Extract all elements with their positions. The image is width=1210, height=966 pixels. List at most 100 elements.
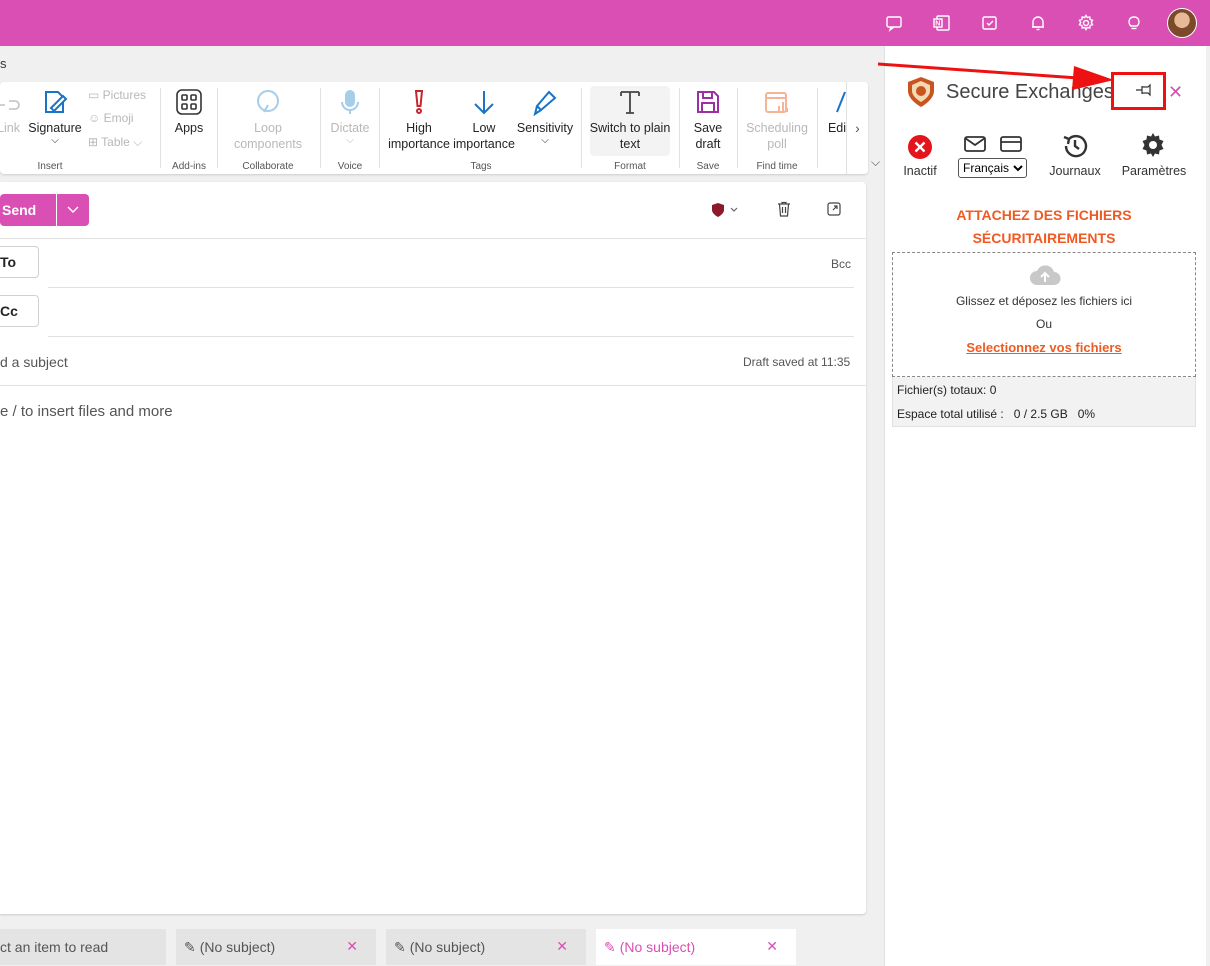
pictures-label: Pictures [102, 88, 147, 102]
group-divider [737, 88, 738, 168]
subject-input[interactable]: d a subject [0, 354, 68, 370]
chat-icon[interactable] [882, 11, 906, 35]
send-button[interactable]: Send [0, 194, 56, 226]
group-divider [320, 88, 321, 168]
dictate-label: Dictate [330, 121, 370, 135]
onenote-icon[interactable]: N [930, 11, 954, 35]
group-divider [160, 88, 161, 168]
secure-exchanges-pane [884, 46, 1206, 966]
ribbon-scroll-right[interactable]: › [846, 82, 868, 174]
high-importance-line2: importance [388, 137, 450, 151]
close-pane-icon[interactable]: ✕ [1168, 82, 1183, 103]
tab-label: (No subject) [199, 939, 276, 955]
low-importance-line2: importance [453, 137, 515, 151]
app-header: N [0, 0, 1210, 46]
send-options-button[interactable] [57, 194, 89, 226]
apps-label: Apps [174, 121, 204, 135]
pictures-button[interactable]: ▭ Pictures [88, 88, 146, 102]
plain-text-line2: text [619, 137, 641, 151]
draft-tab[interactable]: ✎ (No subject) ✕ [176, 929, 376, 965]
ribbon-tab-fragment[interactable]: s [0, 56, 7, 71]
dictate-button[interactable]: Dictate ⌵ [324, 88, 376, 146]
chevron-down-icon: ⌵ [51, 135, 59, 146]
apps-button[interactable]: Apps [166, 88, 212, 136]
language-select[interactable]: Français [958, 158, 1027, 178]
or-text: Ou [1035, 317, 1052, 331]
sensitivity-label: Sensitivity [516, 121, 574, 135]
group-label-insert: Insert [37, 161, 63, 172]
journals-history-icon[interactable] [1061, 132, 1089, 165]
attach-heading: ATTACHEZ DES FICHIERS SÉCURITAIREMENTS [892, 204, 1196, 250]
group-label-save: Save [696, 161, 720, 172]
user-avatar[interactable] [1167, 8, 1197, 38]
table-button[interactable]: ⊞ Table ⌵ [88, 135, 142, 150]
loop-label-line1: Loop [254, 121, 282, 135]
bell-icon[interactable] [1026, 11, 1050, 35]
pencil-icon: ✎ [184, 938, 196, 955]
save-draft-line1: Save [693, 121, 723, 135]
ribbon-expand-chevron-icon[interactable]: ⌵ [871, 155, 880, 170]
loop-label-line2: components [233, 137, 303, 151]
save-draft-button[interactable]: Save draft [684, 88, 732, 152]
pencil-icon: ✎ [604, 938, 616, 955]
group-divider [217, 88, 218, 168]
emoji-button[interactable]: ☺ Emoji [88, 111, 134, 125]
scheduling-poll-button[interactable]: Scheduling poll [742, 88, 812, 152]
link-label: Link [0, 121, 20, 135]
group-label-addins: Add-ins [172, 161, 206, 172]
sensitivity-shield-icon[interactable] [711, 202, 741, 223]
table-label: Table [101, 135, 130, 149]
file-dropzone[interactable]: Glissez et déposez les fichiers ici Ou S… [892, 252, 1196, 377]
draft-tab-active[interactable]: ✎ (No subject) ✕ [596, 929, 796, 965]
high-importance-button[interactable]: High importance [386, 88, 452, 152]
close-icon[interactable]: ✕ [556, 938, 568, 955]
divider [0, 385, 866, 386]
emoji-label: Emoji [103, 111, 134, 125]
group-label-collaborate: Collaborate [242, 161, 294, 172]
close-icon[interactable]: ✕ [346, 938, 358, 955]
cc-label: Cc [0, 303, 18, 319]
inactive-status-icon[interactable] [907, 134, 933, 165]
chevron-down-icon: ⌵ [346, 135, 354, 146]
divider [48, 287, 854, 288]
link-button[interactable]: Link [0, 94, 24, 136]
mail-icon[interactable] [964, 136, 986, 157]
scheduling-poll-line2: poll [767, 137, 787, 151]
tab-label: ct an item to read [0, 939, 109, 955]
select-files-link[interactable]: Selectionnez vos fichiers [893, 340, 1195, 355]
to-button[interactable]: To [0, 246, 39, 278]
signature-button[interactable]: Signature ⌵ [26, 88, 84, 146]
switch-plain-text-button[interactable]: Switch to plain text [586, 88, 674, 152]
bcc-button[interactable]: Bcc [831, 257, 851, 271]
high-importance-line1: High [406, 121, 432, 135]
group-label-tags: Tags [470, 161, 492, 172]
close-icon[interactable]: ✕ [766, 938, 778, 955]
settings-gear-icon[interactable] [1140, 132, 1166, 163]
popout-icon[interactable] [826, 201, 842, 222]
drop-instructions: Glissez et déposez les fichiers ici [955, 294, 1133, 308]
pin-icon[interactable] [1134, 82, 1156, 103]
lightbulb-icon[interactable] [1122, 11, 1146, 35]
total-files: Fichier(s) totaux: 0 [897, 383, 997, 397]
reading-pane-tab[interactable]: ct an item to read [0, 929, 166, 965]
attach-heading-line1: ATTACHEZ DES FICHIERS [956, 207, 1132, 223]
sensitivity-button[interactable]: Sensitivity ⌵ [514, 88, 576, 146]
settings-gear-icon[interactable] [1074, 11, 1098, 35]
group-divider [379, 88, 380, 168]
draft-tab[interactable]: ✎ (No subject) ✕ [386, 929, 586, 965]
group-divider [581, 88, 582, 168]
pencil-icon: ✎ [394, 938, 406, 955]
card-icon[interactable] [1000, 136, 1022, 157]
total-space: Espace total utilisé : 0 / 2.5 GB 0% [897, 407, 1096, 421]
group-label-voice: Voice [337, 161, 363, 172]
compose-pane: Send To Bcc Cc d a subject Draft saved a… [0, 182, 866, 914]
plain-text-line1: Switch to plain [589, 121, 671, 135]
todo-icon[interactable] [978, 11, 1002, 35]
body-editor[interactable]: e / to insert files and more [0, 403, 173, 420]
loop-components-button[interactable]: Loop components [222, 88, 314, 152]
discard-trash-icon[interactable] [776, 201, 792, 222]
low-importance-button[interactable]: Low importance [452, 88, 516, 152]
group-divider [817, 88, 818, 168]
cc-button[interactable]: Cc [0, 295, 39, 327]
divider [0, 238, 866, 239]
